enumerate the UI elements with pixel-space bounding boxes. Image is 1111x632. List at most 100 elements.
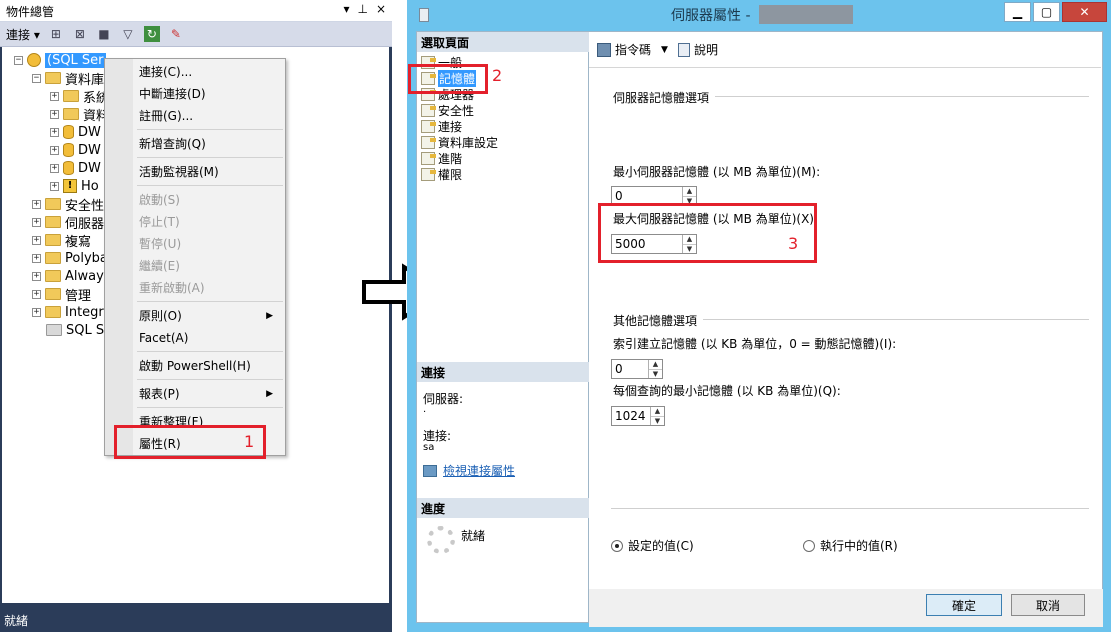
tree-node-top[interactable]: + 管理 [32,285,91,304]
page-icon [421,135,436,149]
refresh-icon[interactable]: ↻ [143,26,160,42]
server-label: 伺服器: [423,392,464,406]
expand-icon[interactable]: + [50,127,59,137]
menu-item-start: 啟動(S) [139,193,180,207]
expand-icon[interactable]: + [50,163,59,173]
close-icon[interactable]: ✕ [1062,2,1107,22]
tree-label: DW [78,160,101,176]
expand-icon[interactable]: + [50,181,59,191]
tree-node-db-child[interactable]: + 資料 [50,105,109,124]
menu-item-register[interactable]: 註冊(G)... [139,106,193,126]
annotation-number-3: 3 [788,234,799,253]
menu-item-activity-monitor[interactable]: 活動監視器(M) [139,162,219,182]
index-memory-input[interactable]: 0 ▲ ▼ [611,359,663,379]
tree-node-db-child[interactable]: + DW [50,123,101,141]
view-connection-properties[interactable]: 檢視連接屬性 [423,462,515,479]
index-memory-label: 索引建立記憶體 (以 KB 為單位，0 = 動態記憶體)(I): [613,337,897,351]
pin-icon[interactable]: ⊥ [357,2,367,16]
expand-icon[interactable]: + [32,289,41,299]
menu-item-reports[interactable]: 報表(P) ▶ [139,384,285,404]
spin-down-icon[interactable]: ▼ [649,370,662,379]
tree-node-top[interactable]: + 複寫 [32,231,91,250]
expand-icon[interactable]: + [50,91,59,101]
running-values-radio[interactable]: 執行中的值(R) [803,537,898,554]
memory-page-content: 指令碼 ▼ 說明 伺服器記憶體選項 最小伺服器記憶體 (以 MB 為單位)(M)… [589,31,1103,589]
page-permissions[interactable]: 權限 [421,166,462,182]
script-button[interactable]: 指令碼 ▼ [597,41,668,58]
tree-node-top[interactable]: + Integra [32,303,112,321]
server-label: (SQL Ser [45,52,106,68]
menu-item-policies[interactable]: 原則(O) ▶ [139,306,285,326]
expand-icon[interactable]: + [32,217,41,227]
activity-monitor-icon[interactable]: ✎ [168,26,184,42]
expand-icon[interactable]: + [32,307,41,317]
maximize-icon[interactable]: ▢ [1033,2,1060,22]
collapse-icon[interactable]: − [14,55,23,65]
dialog-footer: 確定 取消 [589,589,1103,627]
tree-node-top[interactable]: + 伺服器 [32,213,104,232]
expand-icon[interactable]: + [32,253,41,263]
tree-node-top[interactable]: SQL Se [46,321,112,339]
cancel-button[interactable]: 取消 [1011,594,1085,616]
connection-header: 連接 [417,362,590,382]
tree-node-top[interactable]: + Polyba [32,249,108,267]
status-bar: 就緒 [0,606,392,632]
menu-item-stop: 停止(T) [139,215,180,229]
connect-dropdown[interactable]: 連接 ▾ [6,26,40,43]
page-security[interactable]: 安全性 [421,102,474,118]
tree-label: Polyba [65,250,108,266]
ok-button[interactable]: 確定 [926,594,1002,616]
stop-icon[interactable]: ■ [96,26,112,42]
expand-icon[interactable]: + [50,109,59,119]
folder-icon [45,270,61,282]
menu-item-restart: 重新啟動(A) [139,281,205,295]
page-database-settings[interactable]: 資料庫設定 [421,134,498,150]
chevron-down-icon[interactable]: ▼ [661,45,668,55]
spin-up-icon[interactable]: ▲ [651,407,664,417]
tree-node-db-child[interactable]: + DW [50,141,101,159]
connection-properties-icon [423,464,437,477]
context-menu: 連接(C)... 中斷連接(D) 註冊(G)... 新增查詢(Q) 活動監視器(… [104,58,286,456]
dropdown-icon[interactable]: ▾ [343,2,349,16]
warning-icon: ! [63,179,77,193]
menu-separator [137,351,283,352]
group-divider [611,508,1089,509]
tree-node-db-child[interactable]: + DW [50,159,101,177]
minimize-icon[interactable]: ▁ [1004,2,1031,22]
menu-item-pause: 暫停(U) [139,237,182,251]
expand-icon[interactable]: + [32,271,41,281]
spin-up-icon[interactable]: ▲ [683,187,696,197]
connect-icon[interactable]: ⊞ [48,26,64,42]
page-icon [421,103,436,117]
folder-icon [63,108,79,120]
menu-item-facets[interactable]: Facet(A) [139,328,188,348]
page-connections[interactable]: 連接 [421,118,462,134]
page-icon [421,119,436,133]
tree-node-databases[interactable]: − 資料庫 [32,69,104,88]
tree-node-top[interactable]: + 安全性 [32,195,104,214]
tree-node-top[interactable]: + Always [32,267,111,285]
tree-node-db-child[interactable]: + ! Ho [50,177,99,195]
expand-icon[interactable]: + [32,235,41,245]
close-icon[interactable]: × [376,2,386,16]
page-advanced[interactable]: 進階 [421,150,462,166]
spin-down-icon[interactable]: ▼ [651,417,664,426]
tree-node-server[interactable]: − (SQL Ser [14,51,106,69]
spin-up-icon[interactable]: ▲ [649,360,662,370]
collapse-icon[interactable]: − [32,73,41,83]
menu-item-new-query[interactable]: 新增查詢(Q) [139,134,206,154]
configured-values-radio[interactable]: 設定的值(C) [611,537,694,554]
expand-icon[interactable]: + [50,145,59,155]
tree-node-db-child[interactable]: + 系統 [50,87,109,106]
menu-item-powershell[interactable]: 啟動 PowerShell(H) [139,356,251,376]
min-query-memory-input[interactable]: 1024 ▲ ▼ [611,406,665,426]
database-icon [63,125,74,139]
menu-item-connect[interactable]: 連接(C)... [139,62,192,82]
radio-label: 執行中的值(R) [820,539,898,553]
expand-icon[interactable]: + [32,199,41,209]
submenu-arrow-icon: ▶ [266,311,273,321]
help-button[interactable]: 說明 [677,41,718,58]
filter-icon[interactable]: ▽ [120,26,136,42]
menu-item-disconnect[interactable]: 中斷連接(D) [139,84,206,104]
disconnect-icon[interactable]: ⊠ [72,26,88,42]
